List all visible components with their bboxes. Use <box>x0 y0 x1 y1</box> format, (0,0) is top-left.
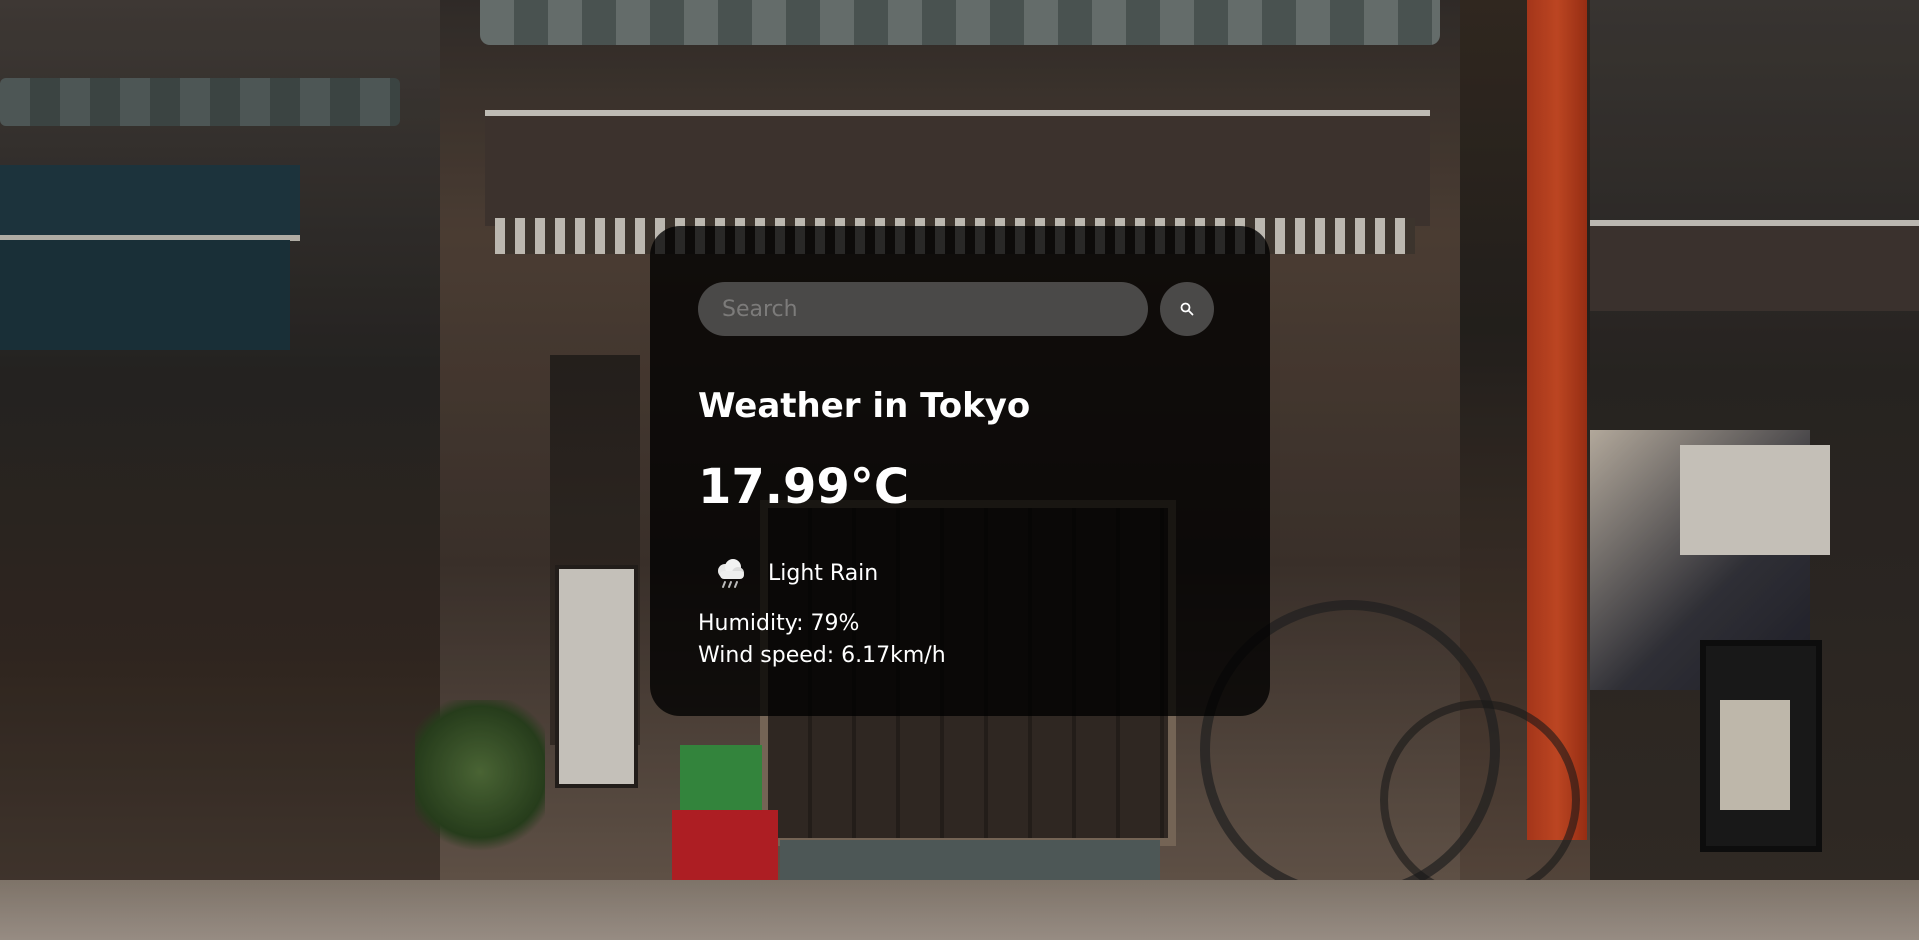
weather-description: Light Rain <box>768 561 879 587</box>
weather-card: Weather in Tokyo 17.99°C Light Rain Humi… <box>650 226 1270 716</box>
search-button[interactable] <box>1160 282 1214 336</box>
weather-description-row: Light Rain <box>698 554 1222 594</box>
search-icon <box>1180 302 1194 316</box>
search-bar <box>698 282 1222 336</box>
temperature: 17.99°C <box>698 458 910 515</box>
search-input[interactable] <box>698 282 1148 336</box>
wind-speed: Wind speed: 6.17km/h <box>698 642 946 668</box>
humidity: Humidity: 79% <box>698 610 860 636</box>
rain-cloud-icon <box>710 554 750 594</box>
city-title: Weather in Tokyo <box>698 386 1031 426</box>
